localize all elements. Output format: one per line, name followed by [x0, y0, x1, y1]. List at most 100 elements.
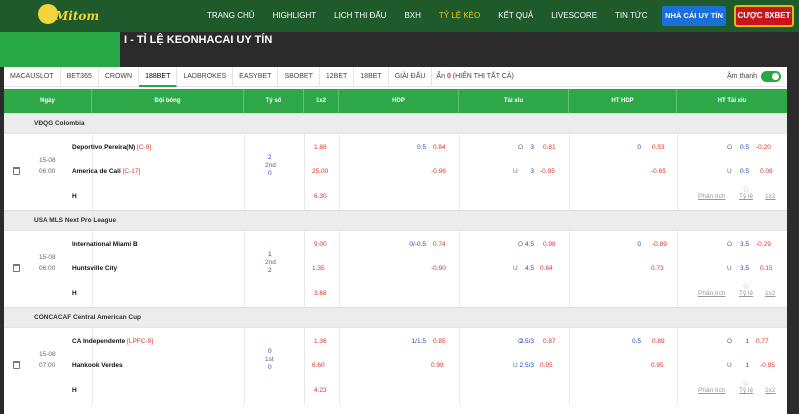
home-ou-line: 3 [530, 144, 534, 151]
away-hdp-odds[interactable]: 0.99 [431, 361, 444, 371]
home-team[interactable]: CA Independente [LPFC-9] [72, 337, 153, 347]
hide-filter[interactable]: Ẩn 0 (HIỂN THỊ TẤT CẢ) [432, 67, 517, 86]
draw-1x2-odds[interactable]: 4.23 [314, 386, 327, 396]
1x2-link[interactable]: 1x2 [765, 386, 775, 396]
nav-lich-thi-dau[interactable]: LỊCH THI ĐẤU [325, 0, 395, 32]
column-divider [244, 231, 245, 308]
home-hdp-line: 0/-0.5 [409, 241, 426, 248]
home-ou-odds[interactable]: 0.87 [543, 337, 556, 347]
home-ou-odds[interactable]: 0.81 [543, 143, 556, 153]
nav-highlight[interactable]: HIGHLIGHT [264, 0, 326, 32]
away-ou-odds[interactable]: 0.95 [540, 361, 553, 371]
show-all-label: (HIỂN THỊ TẤT CẢ) [452, 73, 514, 80]
column-divider [569, 231, 570, 308]
away-team[interactable]: America de Cali [C-17] [72, 167, 140, 177]
away-team[interactable]: Huntsville City [72, 264, 117, 274]
draw-1x2-odds[interactable]: 3.68 [314, 289, 327, 299]
home-ht-hdp-odds[interactable]: -0.89 [652, 240, 667, 250]
tab-18bet[interactable]: 18BET [354, 67, 389, 87]
tab-crown[interactable]: CROWN [99, 67, 140, 87]
away-1x2-odds[interactable]: 25.00 [312, 167, 328, 177]
trash-icon[interactable] [13, 361, 20, 369]
home-ht-ou-side: O [727, 338, 733, 345]
1x2-link[interactable]: 1x2 [765, 192, 775, 202]
home-1x2-odds[interactable]: 1.36 [314, 337, 327, 347]
tab-12bet[interactable]: 12BET [320, 67, 355, 87]
phan-tich-link[interactable]: Phân tích [698, 289, 725, 299]
away-ht-ou-odds[interactable]: 0.08 [760, 167, 773, 177]
home-ht-hdp-odds[interactable]: 0.89 [652, 337, 665, 347]
away-ou-odds[interactable]: -0.95 [540, 167, 555, 177]
trash-icon[interactable] [13, 167, 20, 175]
league-header[interactable]: USA MLS Next Pro League [4, 210, 787, 230]
match-time: 07:00 [39, 362, 56, 369]
home-ou-line: 4.5 [524, 241, 534, 248]
tab-ladbrokes[interactable]: LADBROKES [177, 67, 234, 87]
home-ht-ou-odds[interactable]: -0.20 [756, 143, 771, 153]
home-ht-ou-odds[interactable]: -0.29 [756, 240, 771, 250]
nav-ty-le-keo[interactable]: TỶ LỆ KÈO [430, 0, 489, 32]
home-team-rank: [C-9] [137, 144, 152, 151]
home-hdp-odds[interactable]: 0.85 [433, 337, 446, 347]
nav-ket-qua[interactable]: KẾT QUẢ [489, 0, 542, 32]
home-ht-hdp-odds[interactable]: 0.53 [652, 143, 665, 153]
bookmaker-tabs: MACAUSLOT BET365 CROWN 188BET LADBROKES … [4, 67, 787, 87]
sound-switch[interactable] [761, 71, 781, 82]
home-team[interactable]: Deportivo Pereira(N) [C-9] [72, 143, 151, 153]
site-logo[interactable]: Mitom [0, 0, 134, 32]
home-1x2-odds[interactable]: 9.00 [314, 240, 327, 250]
away-ht-hdp-odds[interactable]: -0.65 [651, 167, 666, 177]
hide-count: 0 [446, 73, 451, 80]
nha-cai-uy-tin-button[interactable]: NHÀ CÁI UY TÍN [662, 6, 726, 26]
tab-easybet[interactable]: EASYBET [233, 67, 279, 87]
draw-1x2-odds[interactable]: 6.30 [314, 192, 327, 202]
tab-188bet[interactable]: 188BET [139, 67, 178, 87]
away-1x2-odds[interactable]: 1.35 [312, 264, 325, 274]
phan-tich-link[interactable]: Phân tích [698, 192, 725, 202]
phan-tich-link[interactable]: Phân tích [698, 386, 725, 396]
home-ou-odds[interactable]: 0.98 [543, 240, 556, 250]
tab-macauslot[interactable]: MACAUSLOT [4, 67, 61, 87]
away-ou-line: 2.5/3 [519, 362, 534, 369]
nav-bxh[interactable]: BXH [395, 0, 429, 32]
away-1x2-odds[interactable]: 6.60 [312, 361, 325, 371]
away-ht-ou-odds[interactable]: 0.15 [760, 264, 773, 274]
home-ht-hdp-line: 0 [637, 144, 641, 151]
1x2-link[interactable]: 1x2 [765, 289, 775, 299]
star-icon[interactable]: ☆ [742, 378, 750, 389]
away-ou-line: 3 [530, 168, 534, 175]
tab-sbobet[interactable]: SBOBET [278, 67, 320, 87]
home-team[interactable]: International Miami B [72, 240, 138, 250]
page-title: I - TỈ LỆ KEONHACAI UY TÍN [124, 34, 273, 46]
sound-toggle[interactable]: Âm thanh [727, 71, 781, 82]
column-divider [304, 134, 305, 211]
home-team-rank: [LPFC-9] [127, 338, 154, 345]
away-team[interactable]: Hankook Verdes [72, 361, 123, 371]
away-hdp-odds[interactable]: -0.90 [431, 264, 446, 274]
tab-giai-dau[interactable]: GIẢI ĐẤU [389, 67, 433, 87]
column-divider [339, 134, 340, 211]
star-icon[interactable]: ☆ [742, 184, 750, 195]
away-ht-hdp-odds[interactable]: 0.73 [651, 264, 664, 274]
nav-trang-chu[interactable]: TRANG CHỦ [198, 0, 264, 32]
away-ht-hdp-odds[interactable]: 0.95 [651, 361, 664, 371]
star-icon[interactable]: ☆ [742, 281, 750, 292]
away-ht-ou-odds[interactable]: -0.95 [760, 361, 775, 371]
league-header[interactable]: CONCACAF Central American Cup [4, 307, 787, 327]
nav-tin-tuc[interactable]: TIN TỨC [606, 0, 656, 32]
home-ht-ou-odds[interactable]: 0.77 [756, 337, 769, 347]
away-score: 0 [268, 170, 272, 177]
column-divider [339, 231, 340, 308]
league-header[interactable]: VĐQG Colombia [4, 113, 787, 133]
tab-bet365[interactable]: BET365 [61, 67, 99, 87]
home-hdp-odds[interactable]: 0.74 [433, 240, 446, 250]
home-hdp-odds[interactable]: 0.84 [433, 143, 446, 153]
column-divider [304, 231, 305, 308]
away-ou-odds[interactable]: 0.84 [540, 264, 553, 274]
trash-icon[interactable] [13, 264, 20, 272]
home-1x2-odds[interactable]: 1.88 [314, 143, 327, 153]
nav-livescore[interactable]: LIVESCORE [542, 0, 606, 32]
cuoc-8xbet-button[interactable]: CƯỢC 8XBET [734, 5, 794, 27]
away-hdp-odds[interactable]: -0.96 [431, 167, 446, 177]
column-divider [569, 134, 570, 211]
